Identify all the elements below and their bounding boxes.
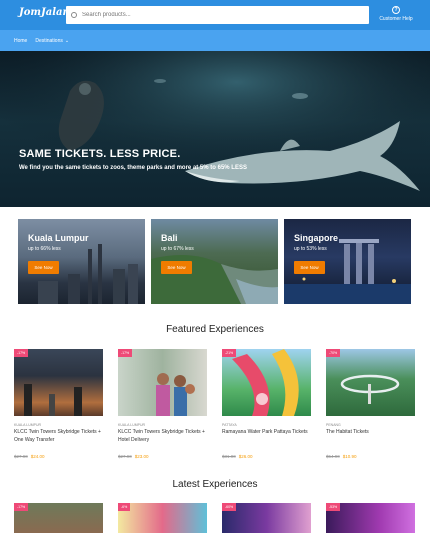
- destination-name: Bali: [161, 233, 178, 243]
- see-now-button[interactable]: See Now: [161, 261, 192, 274]
- original-price: $27.90: [14, 454, 28, 459]
- hero-subtitle: We find you the same tickets to zoos, th…: [19, 165, 247, 171]
- discount-badge: -60%: [222, 503, 237, 511]
- help-icon: ?: [392, 6, 400, 14]
- customer-help-button[interactable]: ? Customer Help: [376, 6, 416, 22]
- product-location: PATTAYA: [222, 423, 237, 427]
- product-prices: $27.90 $24.00: [14, 454, 103, 459]
- product-location: KUALA LUMPUR: [14, 423, 42, 427]
- product-card[interactable]: -21% PATTAYA Ramayana Water Park Pattaya…: [222, 349, 311, 459]
- search-icon: [71, 12, 77, 18]
- product-name[interactable]: KLCC Twin Towers Skybridge Tickets + Hot…: [118, 429, 207, 452]
- original-price: $27.90: [118, 454, 132, 459]
- customer-help-label: Customer Help: [379, 16, 413, 22]
- logo-text: JomJalan: [19, 7, 70, 18]
- search-bar[interactable]: [66, 6, 369, 24]
- product-prices: $31.00 $26.00: [222, 454, 311, 459]
- destination-discount: up to 66% less: [28, 246, 61, 252]
- hero-image: [0, 51, 430, 207]
- product-prices: $54.90 $10.90: [326, 454, 415, 459]
- product-card[interactable]: -17% KUALA LUMPUR KLCC Twin Towers Skybr…: [14, 349, 103, 459]
- see-now-button[interactable]: See Now: [28, 261, 59, 274]
- sale-price: $23.00: [134, 454, 149, 459]
- product-card[interactable]: -60%: [222, 503, 311, 533]
- discount-badge: -53%: [326, 503, 341, 511]
- featured-section-title: Featured Experiences: [166, 324, 264, 335]
- featured-products: -17% KUALA LUMPUR KLCC Twin Towers Skybr…: [14, 349, 417, 459]
- product-card[interactable]: -6%: [118, 503, 207, 533]
- chevron-down-icon: ⌄: [64, 37, 70, 44]
- top-header: JomJalan ? Customer Help: [0, 0, 430, 30]
- product-image: -17%: [14, 349, 103, 416]
- destination-card-bali[interactable]: Bali up to 67% less See Now: [151, 219, 278, 304]
- destination-discount: up to 67% less: [161, 246, 194, 252]
- product-card[interactable]: -53%: [326, 503, 415, 533]
- destination-name: Singapore: [294, 233, 339, 243]
- discount-badge: -21%: [222, 349, 237, 357]
- latest-section-title: Latest Experiences: [172, 479, 258, 490]
- nav-destinations[interactable]: Destinations ⌄: [35, 38, 69, 44]
- see-now-button[interactable]: See Now: [294, 261, 325, 274]
- product-card[interactable]: -70% PENANG The Habitat Tickets $54.90 $1…: [326, 349, 415, 459]
- nav-home[interactable]: Home: [14, 38, 27, 44]
- nav-destinations-label: Destinations: [35, 37, 63, 44]
- product-image: -21%: [222, 349, 311, 416]
- product-card[interactable]: -17%: [14, 503, 103, 533]
- product-name[interactable]: Ramayana Water Park Pattaya Tickets: [222, 429, 311, 452]
- product-name[interactable]: The Habitat Tickets: [326, 429, 415, 452]
- product-image: -70%: [326, 349, 415, 416]
- sale-price: $10.90: [342, 454, 357, 459]
- product-location: PENANG: [326, 423, 341, 427]
- original-price: $54.90: [326, 454, 340, 459]
- product-image: -17%: [118, 349, 207, 416]
- hero-banner: SAME TICKETS. LESS PRICE. We find you th…: [0, 51, 430, 207]
- destination-discount: up to 53% less: [294, 246, 327, 252]
- destination-name: Kuala Lumpur: [28, 233, 89, 243]
- hero-title: SAME TICKETS. LESS PRICE.: [19, 148, 181, 160]
- search-input[interactable]: [82, 12, 352, 18]
- discount-badge: -17%: [118, 349, 133, 357]
- product-prices: $27.90 $23.00: [118, 454, 207, 459]
- product-image: -17%: [14, 503, 103, 533]
- discount-badge: -17%: [14, 349, 29, 357]
- product-image: -53%: [326, 503, 415, 533]
- product-card[interactable]: -17% KUALA LUMPUR KLCC Twin Towers Skybr…: [118, 349, 207, 459]
- destination-card-singapore[interactable]: Singapore up to 53% less See Now: [284, 219, 411, 304]
- site-logo[interactable]: JomJalan: [19, 7, 70, 18]
- original-price: $31.00: [222, 454, 236, 459]
- sale-price: $24.00: [30, 454, 45, 459]
- discount-badge: -6%: [118, 503, 131, 511]
- sale-price: $26.00: [238, 454, 253, 459]
- destination-card-kuala-lumpur[interactable]: Kuala Lumpur up to 66% less See Now: [18, 219, 145, 304]
- product-location: KUALA LUMPUR: [118, 423, 146, 427]
- product-name[interactable]: KLCC Twin Towers Skybridge Tickets + One…: [14, 429, 103, 452]
- discount-badge: -70%: [326, 349, 341, 357]
- discount-badge: -17%: [14, 503, 29, 511]
- main-nav: Home Destinations ⌄: [0, 30, 430, 51]
- product-image: -60%: [222, 503, 311, 533]
- latest-products: -17% -6% -60% -53%: [14, 503, 417, 533]
- product-image: -6%: [118, 503, 207, 533]
- destination-cards: Kuala Lumpur up to 66% less See Now Bali…: [18, 219, 411, 304]
